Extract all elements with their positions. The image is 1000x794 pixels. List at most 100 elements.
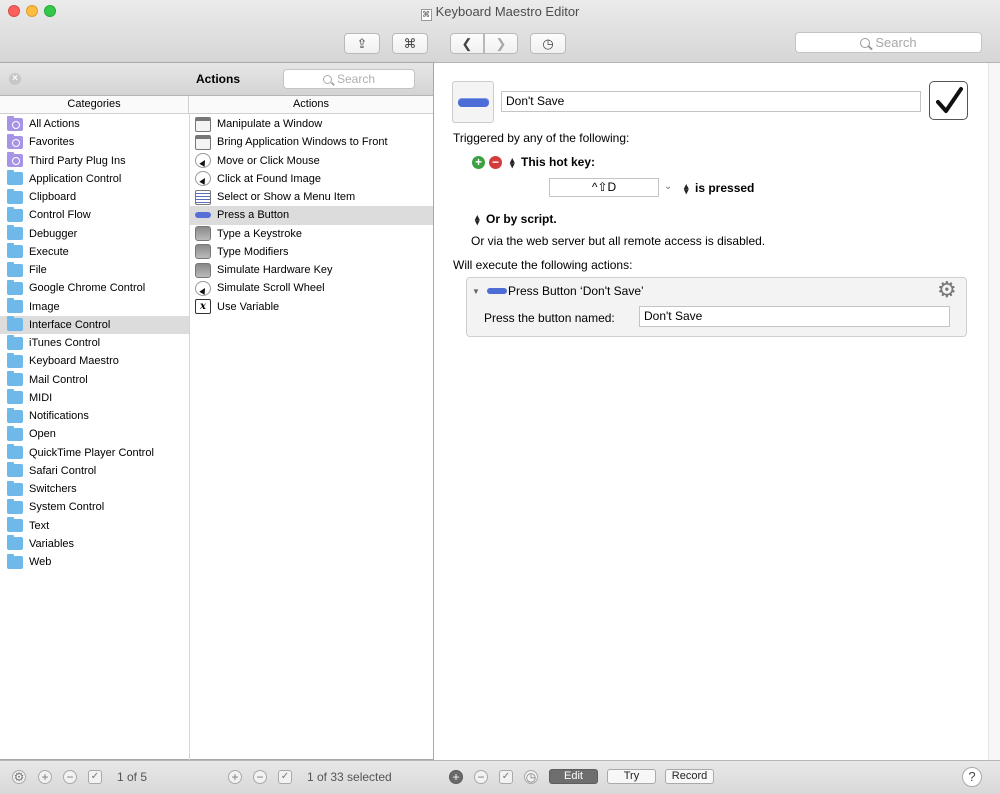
remove-action-button[interactable]: − <box>474 770 488 784</box>
enable-macro-checkbox[interactable]: ✓ <box>278 770 292 784</box>
category-item[interactable]: Favorites <box>0 133 189 151</box>
category-item[interactable]: Clipboard <box>0 188 189 206</box>
action-item[interactable]: Bring Application Windows to Front <box>190 133 433 151</box>
button-name-field[interactable]: Don't Save <box>639 306 950 327</box>
folder-icon <box>7 170 23 186</box>
disclosure-triangle-icon[interactable]: ▼ <box>472 287 480 296</box>
action-label: Manipulate a Window <box>217 118 323 131</box>
category-item[interactable]: iTunes Control <box>0 334 189 352</box>
up-down-arrows-icon: ▴ ▾ <box>684 180 689 196</box>
gear-icon[interactable]: ⚙ <box>937 278 957 302</box>
category-item[interactable]: Interface Control <box>0 315 189 334</box>
action-item[interactable]: Type Modifiers <box>190 243 433 261</box>
clock-icon[interactable]: ◷ <box>524 770 538 784</box>
folder-icon <box>7 352 23 368</box>
action-label: Select or Show a Menu Item <box>217 191 356 204</box>
action-item[interactable]: Select or Show a Menu Item <box>190 188 433 206</box>
actions-search-field[interactable]: Search <box>283 69 415 89</box>
category-item[interactable]: Variables <box>0 535 189 553</box>
category-item[interactable]: Text <box>0 517 189 535</box>
action-label: Simulate Scroll Wheel <box>217 282 325 295</box>
press-button-action[interactable]: ▼ Press Button ‘Don't Save’ ⚙ Press the … <box>466 277 967 337</box>
action-item[interactable]: Press a Button <box>190 206 433 225</box>
button-name-label: Press the button named: <box>484 311 615 325</box>
category-label: Google Chrome Control <box>29 282 146 295</box>
pressed-selector[interactable]: ▴ ▾ is pressed <box>684 181 754 195</box>
back-button[interactable]: ❮ <box>450 33 484 54</box>
hotkey-field[interactable]: ^⇧D <box>549 178 659 197</box>
mouse-cursor-icon <box>195 280 211 296</box>
action-item[interactable]: Manipulate a Window <box>190 115 433 133</box>
add-action-button[interactable]: + <box>449 770 463 784</box>
category-item[interactable]: Switchers <box>0 480 189 498</box>
category-label: MIDI <box>29 391 53 404</box>
category-item[interactable]: Google Chrome Control <box>0 279 189 297</box>
edit-button[interactable]: Edit <box>549 769 598 784</box>
category-label: Switchers <box>29 483 77 496</box>
web-server-note: Or via the web server but all remote acc… <box>471 234 766 248</box>
action-item[interactable]: Click at Found Image <box>190 170 433 188</box>
category-item[interactable]: MIDI <box>0 389 189 407</box>
action-item[interactable]: Move or Click Mouse <box>190 152 433 170</box>
enable-group-checkbox[interactable]: ✓ <box>88 770 102 784</box>
gear-icon[interactable]: ⚙ <box>12 770 26 784</box>
category-label: Keyboard Maestro <box>29 355 119 368</box>
chevron-down-icon[interactable]: ⌄ <box>664 181 672 192</box>
close-panel-button[interactable]: × <box>9 73 21 85</box>
share-button[interactable]: ⇪ <box>344 33 380 54</box>
title-bar: ⌘ Keyboard Maestro Editor ⇪ ⌘ ❮ ❯ ◷ Searc… <box>0 0 1000 63</box>
remove-group-button[interactable]: − <box>63 770 77 784</box>
category-item[interactable]: All Actions <box>0 115 189 133</box>
category-label: Control Flow <box>29 209 91 222</box>
record-button[interactable]: Record <box>665 769 714 784</box>
category-item[interactable]: Application Control <box>0 170 189 188</box>
action-item[interactable]: Simulate Hardware Key <box>190 261 433 279</box>
toolbar-search-field[interactable]: Search <box>795 32 982 53</box>
category-item[interactable]: Safari Control <box>0 462 189 480</box>
macro-enabled-checkbox[interactable] <box>929 81 968 120</box>
category-item[interactable]: QuickTime Player Control <box>0 444 189 462</box>
category-item[interactable]: Web <box>0 553 189 571</box>
action-item[interactable]: x Use Variable <box>190 298 433 316</box>
actions-panel-header: × Actions Search <box>0 63 433 96</box>
category-item[interactable]: Keyboard Maestro <box>0 352 189 370</box>
actions-panel-title: Actions <box>196 72 241 86</box>
category-item[interactable]: System Control <box>0 498 189 516</box>
category-item[interactable]: File <box>0 261 189 279</box>
enable-action-checkbox[interactable]: ✓ <box>499 770 513 784</box>
checkmark-icon <box>936 87 963 113</box>
help-button[interactable]: ? <box>962 767 982 787</box>
action-item[interactable]: Type a Keystroke <box>190 225 433 243</box>
action-item[interactable]: Simulate Scroll Wheel <box>190 279 433 297</box>
category-item[interactable]: Debugger <box>0 225 189 243</box>
folder-icon <box>7 407 23 423</box>
share-icon: ⇪ <box>356 35 368 51</box>
category-item[interactable]: Mail Control <box>0 371 189 389</box>
macro-name-field[interactable]: Don't Save <box>501 91 921 112</box>
command-button[interactable]: ⌘ <box>392 33 428 54</box>
editor-scrollbar[interactable] <box>988 63 1000 760</box>
add-group-button[interactable]: + <box>38 770 52 784</box>
remove-macro-button[interactable]: − <box>253 770 267 784</box>
remove-trigger-button[interactable]: − <box>489 156 502 169</box>
category-label: Safari Control <box>29 464 97 477</box>
category-item[interactable]: Control Flow <box>0 206 189 224</box>
add-trigger-button[interactable]: + <box>472 156 485 169</box>
hotkey-trigger-selector[interactable]: ▴ ▾ This hot key: <box>510 155 595 169</box>
forward-button[interactable]: ❯ <box>484 33 518 54</box>
macro-icon[interactable] <box>452 81 494 123</box>
script-trigger-selector[interactable]: ▴ ▾ Or by script. <box>475 212 557 226</box>
actions-column-header[interactable]: Actions <box>189 96 433 113</box>
category-label: Favorites <box>29 136 75 149</box>
smart-folder-icon <box>7 115 23 131</box>
category-label: Execute <box>29 245 69 258</box>
categories-column-header[interactable]: Categories <box>0 96 189 113</box>
category-item[interactable]: Execute <box>0 243 189 261</box>
category-item[interactable]: Third Party Plug Ins <box>0 152 189 170</box>
category-item[interactable]: Image <box>0 298 189 316</box>
category-item[interactable]: Notifications <box>0 407 189 425</box>
try-button[interactable]: Try <box>607 769 656 784</box>
add-macro-button[interactable]: + <box>228 770 242 784</box>
history-button[interactable]: ◷ <box>530 33 566 54</box>
category-item[interactable]: Open <box>0 425 189 443</box>
